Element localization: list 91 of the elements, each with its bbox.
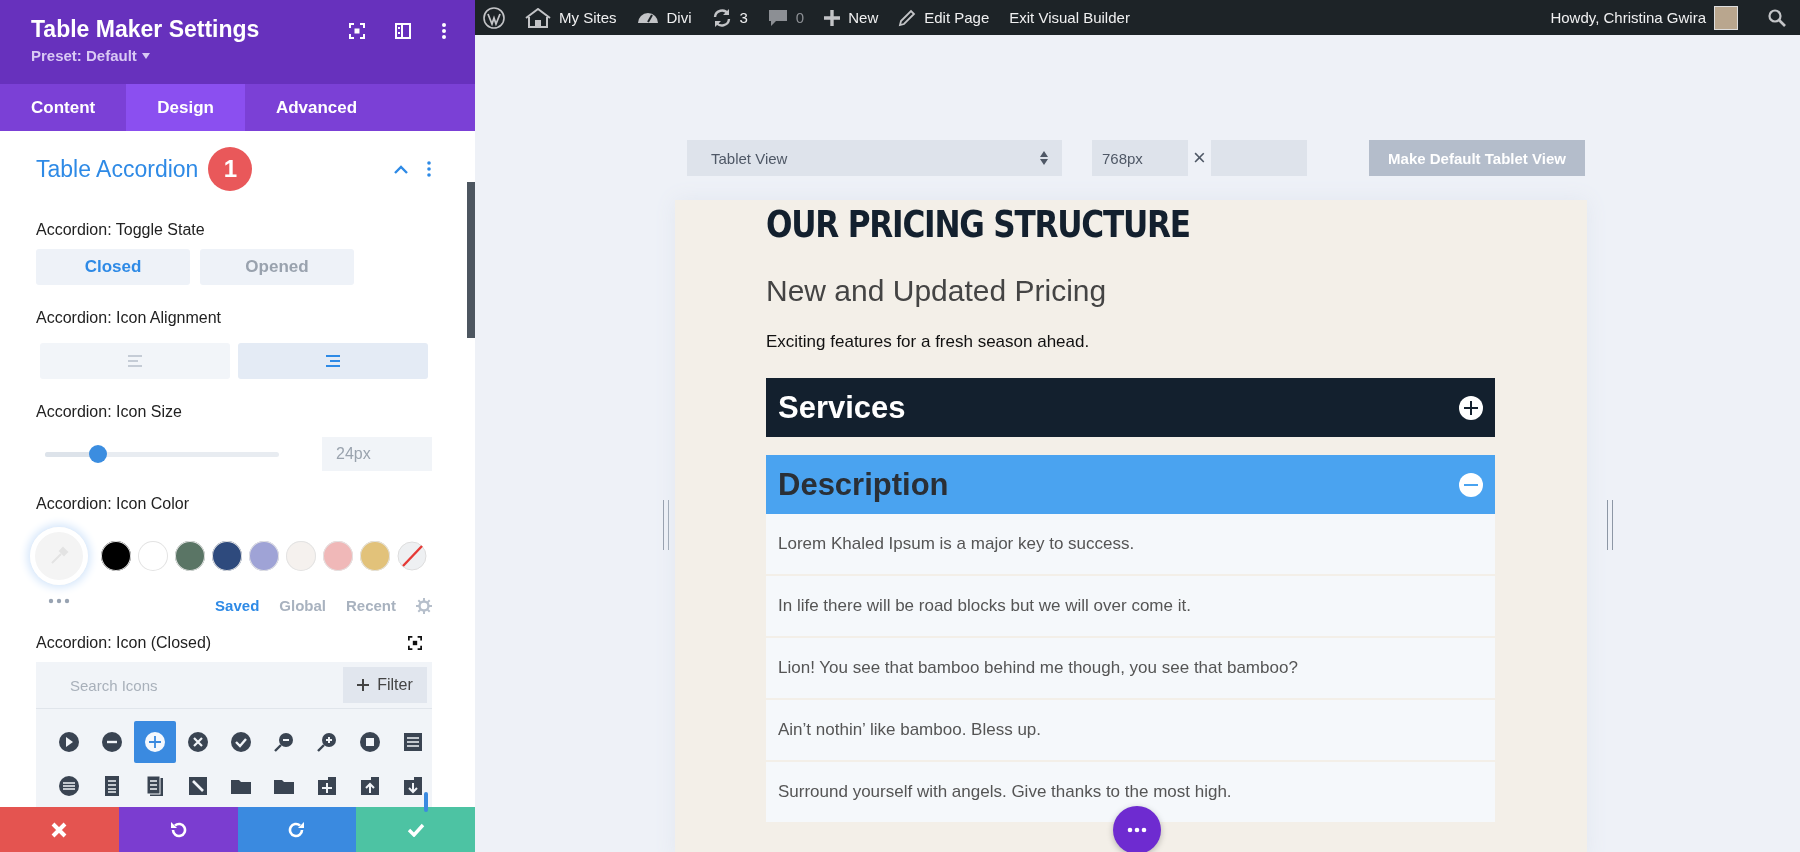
palette-tab[interactable]: Saved [215, 597, 260, 614]
preset-dropdown[interactable]: Preset: Default [31, 47, 150, 64]
times-sign: × [1193, 145, 1206, 171]
admin-bar-link[interactable]: Edit Page [898, 8, 990, 27]
field-label: Accordion: Icon Size [36, 403, 183, 421]
more-icon [1127, 827, 1147, 833]
panel-title: Table Maker Settings [31, 16, 261, 43]
accordion-row: Ain’t nothin’ like bamboo. Bless up. [766, 700, 1495, 760]
panel-tab[interactable]: Content [0, 84, 127, 131]
view-select[interactable]: Tablet View [687, 140, 1062, 176]
page-heading: OUR PRICING STRUCTURE [766, 201, 1191, 246]
field-label: Accordion: Icon Alignment [36, 309, 222, 327]
speech-bubble-icon [767, 8, 788, 27]
accordion-row: Surround yourself with angels. Give thanks to the most high. [766, 762, 1495, 822]
resize-handle[interactable] [1607, 500, 1613, 550]
slider-thumb[interactable] [88, 445, 107, 463]
color-swatch[interactable] [360, 541, 390, 571]
documents-icon [144, 775, 166, 797]
plus-circle-icon [144, 731, 166, 753]
search-icon[interactable] [1768, 8, 1786, 27]
admin-bar-link[interactable]: My Sites [525, 7, 617, 28]
field-label: Accordion: Icon (Closed) [36, 634, 212, 652]
pencil-square-icon [187, 775, 209, 797]
field-label: Accordion: Toggle State [36, 221, 206, 239]
columns-icon[interactable] [395, 23, 411, 39]
step-badge: 1 [208, 147, 253, 191]
color-swatch[interactable] [138, 541, 168, 571]
admin-bar-link[interactable]: Divi [636, 9, 692, 26]
scrollbar[interactable] [467, 182, 475, 338]
play-icon [58, 731, 80, 753]
scrollbar[interactable] [424, 792, 428, 812]
plus-circle-icon [1459, 395, 1483, 420]
expand-icon[interactable] [408, 636, 422, 650]
sort-arrows-icon [1040, 151, 1048, 165]
color-swatch[interactable] [175, 541, 205, 571]
resize-handle[interactable] [663, 500, 669, 550]
list-icon [402, 731, 424, 753]
gauge-icon [636, 12, 659, 23]
admin-bar-link[interactable]: Exit Visual Builder [1009, 9, 1130, 26]
admin-bar-link[interactable]: 0 [767, 8, 805, 27]
chevron-icon[interactable] [394, 164, 408, 174]
plus-icon [824, 9, 841, 26]
stop-circle-icon [359, 731, 381, 753]
accordion-row: In life there will be road blocks but we will over come it. [766, 576, 1495, 636]
plus-icon [357, 679, 370, 691]
refresh-icon [711, 8, 732, 27]
panel-tab[interactable]: Advanced [244, 84, 389, 131]
house-icon [525, 7, 551, 28]
search-field[interactable]: Search Icons [36, 664, 343, 706]
more-icon[interactable] [426, 161, 432, 177]
section-title[interactable]: Table Accordion [36, 155, 199, 183]
toggle-option[interactable]: Closed [36, 249, 190, 285]
zoom-out-icon [273, 731, 295, 753]
check-icon [406, 822, 425, 837]
account-link[interactable]: Howdy, Christina Gwira [1550, 9, 1706, 26]
avatar-placeholder [1714, 5, 1738, 30]
color-swatch[interactable] [323, 541, 353, 571]
filter-button[interactable]: Filter [343, 667, 427, 703]
check-circle-icon [230, 731, 252, 753]
accordion-row: Lorem Khaled Ipsum is a major key to success. [766, 514, 1495, 574]
width-input[interactable]: 768px [1092, 140, 1188, 176]
no-color-swatch[interactable] [397, 541, 427, 571]
align-left-icon [127, 355, 143, 367]
minus-circle-icon [1459, 472, 1483, 497]
menu-circle-icon [58, 775, 80, 797]
color-swatch[interactable] [286, 541, 316, 571]
zoom-in-icon [316, 731, 338, 753]
color-swatch[interactable] [212, 541, 242, 571]
caret-icon [141, 52, 150, 59]
wordpress-logo-icon [483, 6, 505, 29]
page-subheading: New and Updated Pricing [766, 274, 1108, 308]
minus-circle-icon [101, 731, 123, 753]
close-circle-icon [187, 731, 209, 753]
admin-bar-link[interactable]: 3 [711, 8, 748, 27]
field-label: Accordion: Icon Color [36, 495, 190, 513]
color-swatch[interactable] [101, 541, 131, 571]
color-picker-button[interactable] [30, 527, 88, 585]
pencil-icon [898, 8, 917, 27]
redo-icon [287, 820, 306, 839]
intro-text: Exciting features for a fresh season ahead. [766, 332, 1091, 352]
color-swatch[interactable] [249, 541, 279, 571]
more-icon[interactable] [441, 23, 447, 39]
accordion-header[interactable]: Services [766, 378, 1495, 437]
undo-icon [169, 820, 188, 839]
panel-tab[interactable]: Design [126, 84, 245, 131]
align-right-icon [325, 355, 341, 367]
accordion-header[interactable]: Description [766, 455, 1495, 514]
accordion-row: Lion! You see that bamboo behind me though, you see that bamboo? [766, 638, 1495, 698]
admin-bar-link[interactable]: New [824, 9, 879, 26]
admin-bar-link[interactable] [483, 6, 505, 29]
close-icon [51, 821, 68, 838]
